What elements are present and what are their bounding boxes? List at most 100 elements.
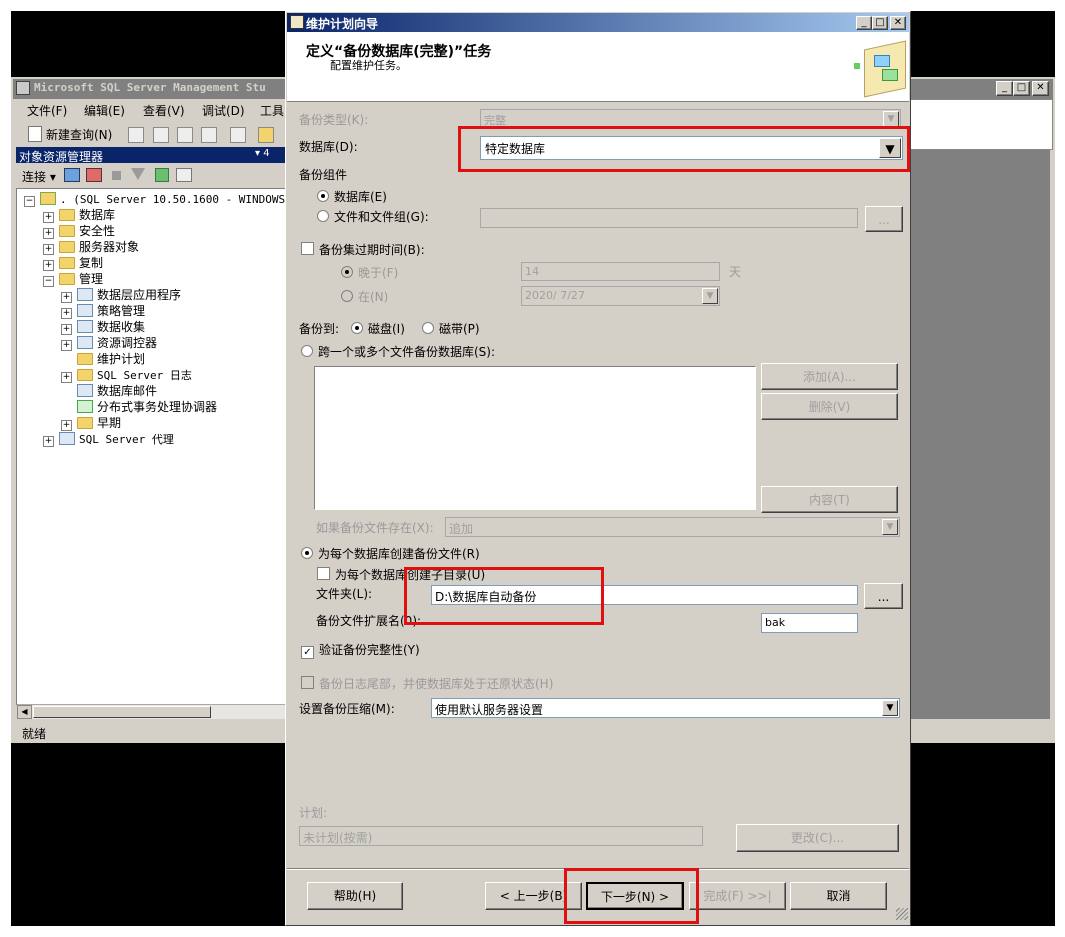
mail-icon — [77, 384, 93, 397]
radio-icon[interactable] — [422, 322, 434, 334]
resize-grip-icon[interactable] — [896, 908, 908, 920]
menu-debug[interactable]: 调试(D) — [202, 102, 245, 119]
tree-item-data-tier[interactable]: + 数据层应用程序 — [61, 287, 181, 303]
radio-icon[interactable] — [301, 547, 313, 559]
scroll-track — [1050, 150, 1054, 719]
backup-files-list[interactable] — [314, 366, 756, 510]
finish-button: 完成(F) >>| — [689, 882, 786, 910]
folder-icon — [59, 273, 75, 285]
tree-item-sql-agent[interactable]: + SQL Server 代理 — [43, 431, 174, 447]
summary-icon[interactable] — [176, 168, 192, 182]
status-text: 就绪 — [22, 727, 47, 741]
dialog-maximize-button[interactable]: □ — [872, 16, 888, 30]
menu-tools[interactable]: 工具 — [260, 102, 284, 119]
agent-icon — [59, 432, 75, 445]
radio-per-database[interactable]: 为每个数据库创建备份文件(R) — [301, 545, 480, 562]
maximize-button[interactable]: □ — [1013, 81, 1030, 96]
radio-disk[interactable]: 磁盘(I) — [351, 320, 405, 337]
expire-checkbox[interactable]: 备份集过期时间(B): — [301, 241, 425, 258]
radio-database[interactable]: 数据库(E) — [317, 188, 387, 205]
tree-item-databases[interactable]: + 数据库 — [43, 207, 115, 223]
mdx-query-icon[interactable] — [153, 127, 169, 143]
tree-item-data-collection[interactable]: + 数据收集 — [61, 319, 145, 335]
dropdown-arrow-icon[interactable]: ▼ — [882, 700, 898, 716]
tree-item-management[interactable]: − 管理 — [43, 271, 103, 287]
dmx-query-icon[interactable] — [177, 127, 193, 143]
highlight-folder — [404, 567, 604, 625]
close-button[interactable]: ✕ — [1032, 81, 1049, 96]
tree-item-maintenance-plans[interactable]: 维护计划 — [77, 351, 145, 367]
stop-icon[interactable] — [112, 171, 121, 180]
connect-icon[interactable] — [64, 168, 80, 182]
disconnect-icon[interactable] — [86, 168, 102, 182]
scroll-left-arrow-icon[interactable]: ◀ — [17, 705, 32, 719]
folder-browse-button[interactable]: ... — [864, 583, 903, 609]
checkbox-icon[interactable] — [301, 242, 314, 255]
tree-item-replication[interactable]: + 复制 — [43, 255, 103, 271]
folder-label: 文件夹(L): — [316, 587, 373, 601]
checkbox-icon[interactable] — [317, 567, 330, 580]
ssms-title: Microsoft SQL Server Management Stu — [34, 81, 266, 94]
data-tier-icon — [77, 288, 93, 301]
db-engine-query-icon[interactable] — [128, 127, 144, 143]
radio-icon[interactable] — [317, 190, 329, 202]
tree-item-dtc[interactable]: 分布式事务处理协调器 — [77, 399, 217, 415]
tree-item-server-objects[interactable]: + 服务器对象 — [43, 239, 139, 255]
tree-item-sql-logs[interactable]: + SQL Server 日志 — [61, 367, 192, 383]
after-days-input: 14 — [521, 262, 720, 281]
pin-icon[interactable]: ▾ 4 — [255, 148, 270, 159]
menu-file[interactable]: 文件(F) — [27, 102, 67, 119]
minimize-button[interactable]: _ — [996, 81, 1013, 96]
checkbox-icon[interactable]: ✓ — [301, 646, 314, 659]
dropdown-arrow-icon: ▼ — [883, 111, 899, 127]
folder-icon — [59, 241, 75, 253]
wizard-icon — [290, 15, 304, 29]
scroll-thumb[interactable] — [33, 706, 211, 718]
xmla-query-icon[interactable] — [201, 127, 217, 143]
tail-log-checkbox: 备份日志尾部，并使数据库处于还原状态(H) — [301, 675, 553, 692]
schedule-label: 计划: — [299, 806, 328, 820]
files-input — [480, 208, 858, 228]
resource-governor-icon — [77, 336, 93, 349]
extension-input[interactable]: bak — [761, 613, 858, 633]
tree-root[interactable]: −. (SQL Server 10.50.1600 - WINDOWS-U5: — [24, 191, 312, 207]
backup-to-label: 备份到: — [299, 322, 340, 336]
remove-button: 删除(V) — [761, 393, 898, 420]
open-file-icon[interactable] — [258, 127, 274, 143]
help-button[interactable]: 帮助(H) — [307, 882, 403, 910]
menu-view[interactable]: 查看(V) — [143, 102, 185, 119]
compression-select[interactable]: 使用默认服务器设置 ▼ — [431, 698, 900, 718]
radio-icon — [341, 266, 353, 278]
connect-button[interactable]: 连接 ▾ — [22, 168, 56, 185]
radio-span-files[interactable]: 跨一个或多个文件备份数据库(S): — [301, 343, 495, 360]
tree-item-database-mail[interactable]: 数据库邮件 — [77, 383, 157, 399]
tree-item-resource-governor[interactable]: + 资源调控器 — [61, 335, 157, 351]
sqlce-query-icon[interactable] — [230, 127, 246, 143]
radio-after: 晚于(F) — [341, 264, 398, 281]
tree-item-policy[interactable]: + 策略管理 — [61, 303, 145, 319]
radio-on: 在(N) — [341, 288, 388, 305]
verify-checkbox[interactable]: ✓ 验证备份完整性(Y) — [301, 641, 420, 659]
dtc-icon — [77, 400, 93, 413]
radio-tape[interactable]: 磁带(P) — [422, 320, 480, 337]
tree-item-legacy[interactable]: + 早期 — [61, 415, 121, 431]
document-area-dark — [910, 150, 1050, 719]
menu-edit[interactable]: 编辑(E) — [84, 102, 125, 119]
filter-icon[interactable] — [131, 168, 145, 180]
radio-files[interactable]: 文件和文件组(G): — [317, 208, 429, 225]
cancel-button[interactable]: 取消 — [790, 882, 887, 910]
radio-icon[interactable] — [317, 210, 329, 222]
refresh-icon[interactable] — [155, 168, 169, 182]
folder-icon — [77, 353, 93, 365]
dialog-minimize-button[interactable]: _ — [856, 16, 872, 30]
horizontal-scrollbar[interactable]: ◀ — [17, 704, 285, 719]
new-query-button[interactable]: 新建查询(N) — [46, 126, 112, 143]
tree-item-security[interactable]: + 安全性 — [43, 223, 115, 239]
dialog-titlebar — [287, 13, 909, 32]
ssms-window-controls: _ □ ✕ — [996, 81, 1050, 96]
radio-icon[interactable] — [351, 322, 363, 334]
dialog-close-button[interactable]: ✕ — [890, 16, 906, 30]
folder-icon — [77, 417, 93, 429]
data-collection-icon — [77, 320, 93, 333]
radio-icon[interactable] — [301, 345, 313, 357]
